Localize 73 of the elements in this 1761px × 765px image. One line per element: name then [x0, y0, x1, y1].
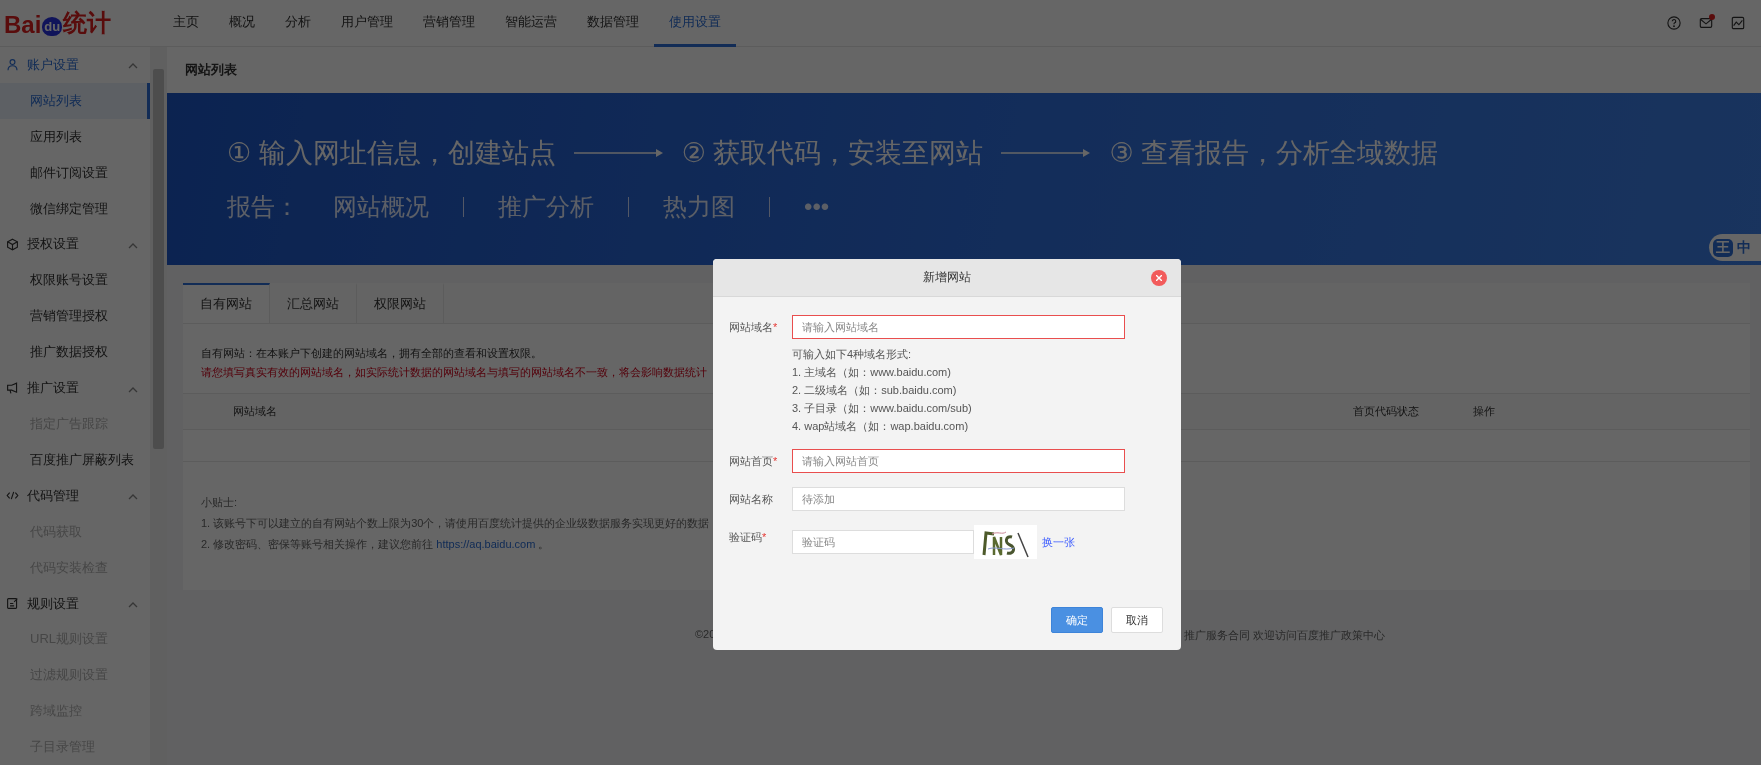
chevron-up-icon[interactable] — [128, 63, 138, 70]
help-icon[interactable] — [1667, 16, 1681, 30]
mail-icon[interactable] — [1699, 16, 1713, 30]
ime-mode[interactable]: 中 — [1737, 238, 1751, 257]
report-label: 报告： — [227, 192, 299, 222]
column-header: 操作 — [1473, 405, 1495, 417]
hint-text: 3. 子目录（如：www.baidu.com/sub) — [792, 401, 973, 416]
refresh-link[interactable]: 换一张 — [1042, 534, 1075, 550]
tab[interactable]: 权限网站 — [357, 283, 444, 323]
nav-tab[interactable]: 营销管理 — [408, 0, 490, 47]
intro-text: 自有网站：在本账户下创建的网站域名，拥有全部的查看和设置权限。 — [201, 346, 542, 361]
page-title: 网站列表 — [167, 47, 1761, 93]
field-label: 验证码* — [729, 530, 768, 545]
nav-tab[interactable]: 主页 — [158, 0, 214, 47]
cancel-button[interactable]: 取消 — [1111, 607, 1163, 633]
hint-text: 可输入如下4种域名形式: — [792, 347, 913, 362]
field-label: 网站首页* — [729, 454, 779, 469]
column-header: 网站域名 — [233, 405, 277, 417]
logo[interactable]: Bai du统计 — [0, 7, 150, 39]
notification-dot — [1709, 14, 1715, 20]
input-field[interactable]: 请输入网站域名 — [792, 315, 1125, 339]
nav-tab[interactable]: 智能运营 — [490, 0, 572, 47]
nav-tab[interactable]: 分析 — [270, 0, 326, 47]
sidebar-group[interactable]: 代码管理 — [27, 486, 120, 505]
arrow-icon — [573, 148, 664, 158]
chevron-up-icon[interactable] — [128, 386, 138, 393]
hint-text: 4. wap站域名（如：wap.baidu.com) — [792, 419, 970, 434]
column-header: 首页代码状态 — [1353, 405, 1419, 417]
sidebar-item[interactable]: 权限账号设置 — [0, 262, 150, 299]
step-text: ② 获取代码，安装至网站 — [681, 137, 984, 170]
cube-icon — [6, 238, 19, 251]
input-field[interactable]: 请输入网站首页 — [792, 449, 1125, 473]
sidebar-item[interactable]: 邮件订阅设置 — [0, 154, 150, 191]
sidebar-item[interactable]: 推广数据授权 — [0, 334, 150, 371]
tab[interactable]: 汇总网站 — [270, 283, 357, 323]
sidebar-item[interactable]: 网站列表 — [0, 82, 150, 119]
sidebar-item[interactable]: 百度推广屏蔽列表 — [0, 441, 150, 478]
nav-tab[interactable]: 用户管理 — [326, 0, 408, 47]
hint-text: 1. 主域名（如：www.baidu.com) — [792, 365, 952, 380]
report-item: 热力图 — [663, 192, 735, 222]
confirm-button[interactable]: 确定 — [1051, 607, 1103, 633]
report-item: 推广分析 — [498, 192, 594, 222]
edit-icon — [6, 597, 19, 611]
sidebar-item[interactable]: 微信绑定管理 — [0, 190, 150, 227]
tab[interactable]: 自有网站 — [183, 283, 270, 323]
sidebar-group[interactable]: 授权设置 — [27, 235, 120, 254]
chevron-up-icon[interactable] — [128, 243, 138, 249]
arrow-icon — [1001, 148, 1092, 158]
chevron-up-icon[interactable] — [128, 494, 138, 501]
report-item: ••• — [804, 193, 830, 221]
sidebar-item[interactable]: 营销管理授权 — [0, 298, 150, 335]
chart-icon[interactable] — [1731, 16, 1745, 30]
warning-text: 请您填写真实有效的网站域名，如实际统计数据的网站域名与填写的网站域名不一致，将会影响数据统计 — [201, 365, 707, 380]
hint-text: 2. 二级域名（如：sub.baidu.com) — [792, 383, 958, 398]
sidebar-group[interactable]: 账户设置 — [27, 55, 120, 74]
report-item: 网站概况 — [333, 192, 429, 222]
step-text: ① 输入网址信息，创建站点 — [227, 137, 556, 170]
close-icon[interactable] — [1156, 275, 1162, 281]
link[interactable]: https://aq.baidu.com — [436, 538, 536, 550]
step-text: ③ 查看报告，分析全域数据 — [1109, 137, 1439, 170]
dialog-title: 新增网站 — [923, 269, 971, 286]
nav-tab[interactable]: 概况 — [214, 0, 270, 47]
field-label: 网站名称 — [729, 492, 774, 507]
captcha-field[interactable]: 验证码 — [792, 530, 974, 554]
megaphone-icon — [6, 381, 19, 395]
user-icon — [6, 58, 19, 72]
sidebar-group[interactable]: 规则设置 — [27, 594, 120, 613]
ime-logo[interactable]: 王 — [1713, 238, 1733, 257]
field-label: 网站域名* — [729, 320, 779, 335]
chevron-up-icon[interactable] — [128, 602, 138, 609]
nav-tab[interactable]: 数据管理 — [572, 0, 654, 47]
sidebar-group[interactable]: 推广设置 — [27, 379, 120, 398]
close-button[interactable] — [1151, 270, 1167, 286]
